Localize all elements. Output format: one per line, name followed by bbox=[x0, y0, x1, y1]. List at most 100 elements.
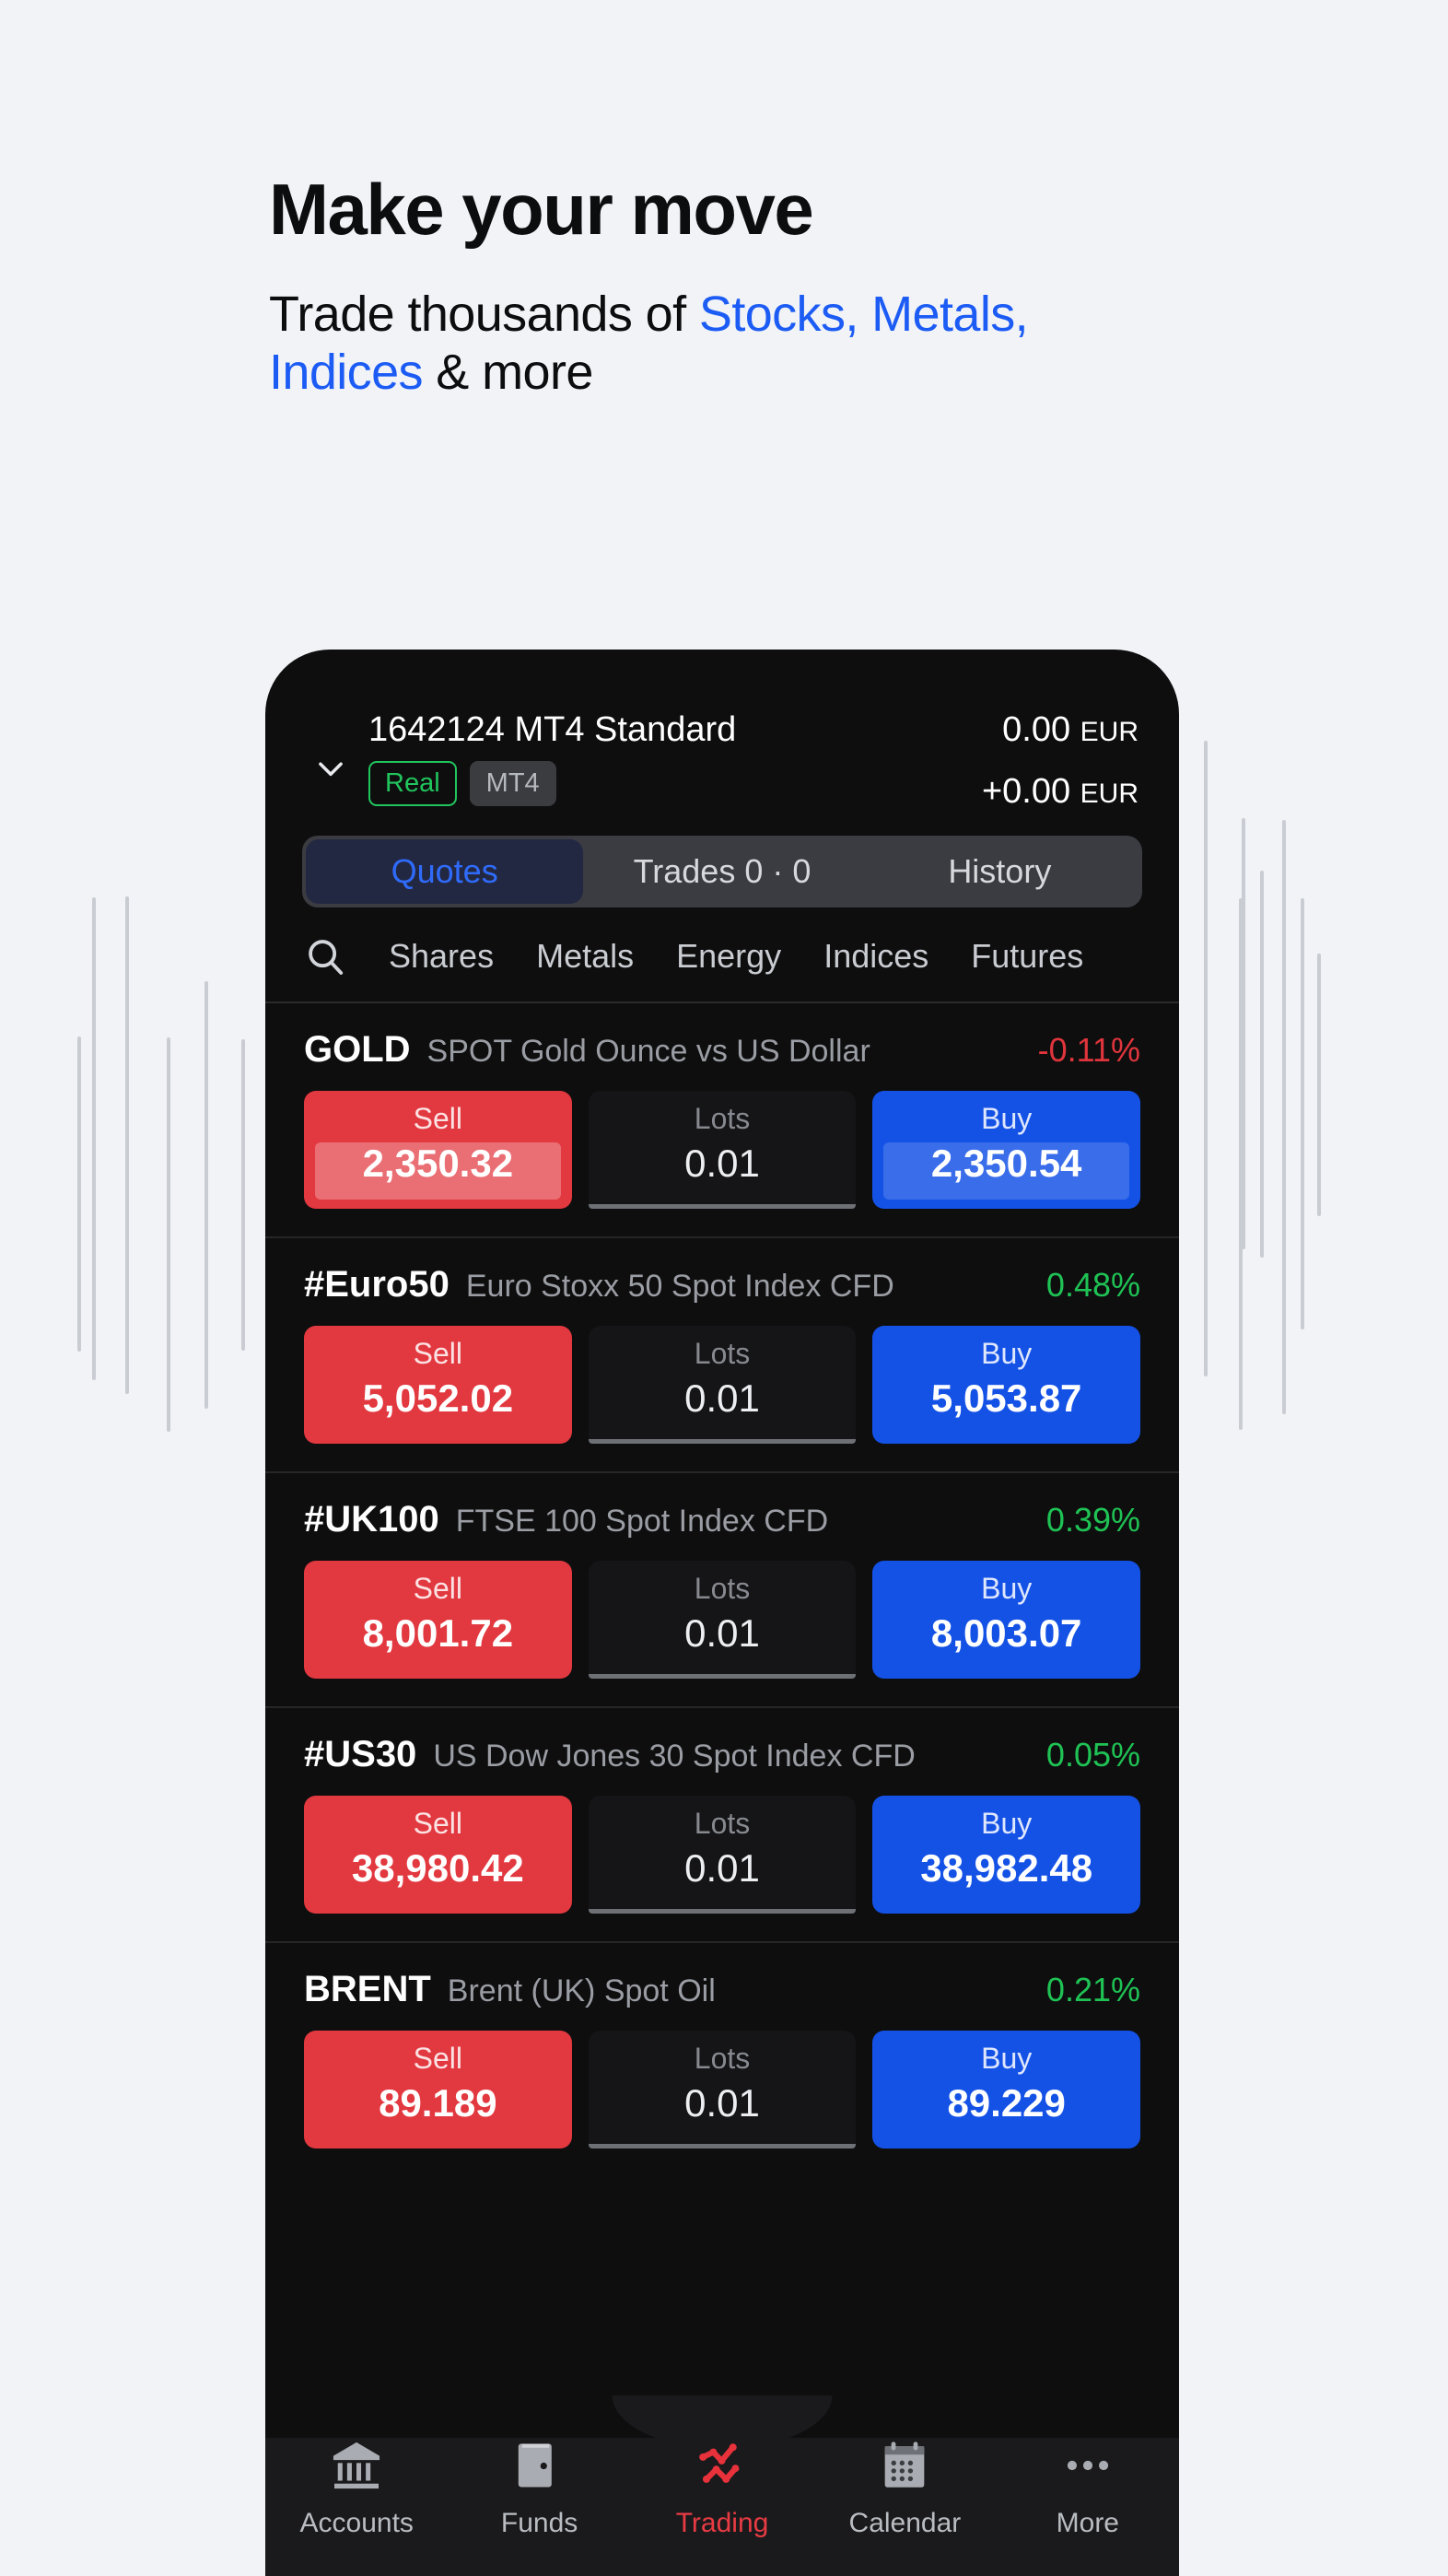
lots-value: 0.01 bbox=[684, 1376, 760, 1420]
decorative-line bbox=[1260, 871, 1264, 1258]
quotes-list: GOLD SPOT Gold Ounce vs US Dollar -0.11% Se… bbox=[265, 1001, 1179, 2395]
instrument-symbol: BRENT bbox=[304, 1969, 431, 2009]
promo-block: Make your move Trade thousands of Stocks… bbox=[269, 172, 1190, 403]
trade-buttons: Sell 2,350.32 Lots 0.01 Buy 2,350.54 bbox=[304, 1091, 1141, 1209]
decorative-line bbox=[1317, 954, 1321, 1216]
phone-mockup: 1642124 MT4 Standard Real MT4 0.00 EUR +… bbox=[265, 650, 1179, 2576]
tab-label: Quotes bbox=[391, 852, 498, 890]
ellipsis-icon bbox=[1058, 2436, 1117, 2495]
buy-label: Buy bbox=[981, 1102, 1033, 1135]
trade-buttons: Sell 5,052.02 Lots 0.01 Buy 5,053.87 bbox=[304, 1326, 1141, 1444]
decorative-line bbox=[1301, 898, 1304, 1329]
lots-label: Lots bbox=[694, 1572, 751, 1605]
change-percent: 0.21% bbox=[1045, 1971, 1140, 2008]
sell-button[interactable]: Sell 8,001.72 bbox=[304, 1561, 572, 1679]
buy-button[interactable]: Buy 2,350.54 bbox=[872, 1091, 1141, 1209]
instrument-symbol: #UK100 bbox=[304, 1499, 439, 1540]
search-icon[interactable] bbox=[304, 935, 346, 978]
lots-label: Lots bbox=[694, 1337, 751, 1370]
account-profit: +0.00 EUR bbox=[982, 772, 1139, 812]
account-header[interactable]: 1642124 MT4 Standard Real MT4 0.00 EUR +… bbox=[265, 650, 1179, 812]
bank-icon bbox=[327, 2436, 386, 2495]
tab-bar: Quotes Trades 0 · 0 History bbox=[302, 836, 1142, 907]
instrument-description: US Dow Jones 30 Spot Index CFD bbox=[433, 1739, 916, 1774]
quote-row-header: #UK100 FTSE 100 Spot Index CFD 0.39% bbox=[304, 1499, 1140, 1540]
buy-button[interactable]: Buy 5,053.87 bbox=[872, 1326, 1141, 1444]
chevron-down-icon[interactable] bbox=[306, 744, 356, 793]
lots-label: Lots bbox=[694, 1102, 751, 1135]
instrument-description: Euro Stoxx 50 Spot Index CFD bbox=[465, 1269, 894, 1304]
tab-label: History bbox=[948, 852, 1052, 890]
nav-item-more[interactable]: More bbox=[997, 2427, 1179, 2539]
nav-item-label: Accounts bbox=[299, 2508, 414, 2538]
tab-quotes[interactable]: Quotes bbox=[306, 839, 584, 904]
decorative-line bbox=[1282, 820, 1286, 1414]
account-badges: Real MT4 bbox=[368, 761, 969, 806]
quote-row[interactable]: #UK100 FTSE 100 Spot Index CFD 0.39% Sell 8,… bbox=[265, 1471, 1179, 1706]
lots-input[interactable]: Lots 0.01 bbox=[588, 1561, 857, 1679]
instrument-description: SPOT Gold Ounce vs US Dollar bbox=[426, 1034, 870, 1069]
buy-price: 5,053.87 bbox=[930, 1376, 1082, 1420]
lots-value: 0.01 bbox=[684, 1611, 760, 1655]
quote-row-header: BRENT Brent (UK) Spot Oil 0.21% bbox=[304, 1969, 1140, 2010]
lots-value: 0.01 bbox=[684, 1142, 760, 1185]
buy-button[interactable]: Buy 38,982.48 bbox=[872, 1796, 1141, 1914]
category-energy[interactable]: Energy bbox=[676, 937, 781, 976]
instrument-description: FTSE 100 Spot Index CFD bbox=[455, 1504, 829, 1539]
buy-price: 89.229 bbox=[947, 2081, 1066, 2125]
lots-input[interactable]: Lots 0.01 bbox=[588, 1796, 857, 1914]
lots-input[interactable]: Lots 0.01 bbox=[588, 1326, 857, 1444]
sell-label: Sell bbox=[413, 1337, 463, 1370]
lots-input[interactable]: Lots 0.01 bbox=[588, 2031, 857, 2149]
instrument-description: Brent (UK) Spot Oil bbox=[447, 1973, 716, 2008]
account-profit-value: +0.00 bbox=[981, 772, 1071, 811]
lots-label: Lots bbox=[694, 1807, 751, 1840]
category-filter-bar: Shares Metals Energy Indices Futures bbox=[265, 907, 1179, 1001]
quote-row[interactable]: BRENT Brent (UK) Spot Oil 0.21% Sell 89.189 L… bbox=[265, 1941, 1179, 2176]
quote-row[interactable]: #Euro50 Euro Stoxx 50 Spot Index CFD 0.48%… bbox=[265, 1236, 1179, 1471]
decorative-line bbox=[1204, 741, 1208, 1376]
bottom-nav-items: Accounts Funds Trading Calendar More bbox=[265, 2427, 1179, 2576]
category-metals[interactable]: Metals bbox=[536, 937, 634, 976]
sell-label: Sell bbox=[413, 1807, 463, 1840]
calendar-icon bbox=[875, 2436, 934, 2495]
instrument-symbol: #Euro50 bbox=[304, 1264, 450, 1305]
tab-trades[interactable]: Trades 0 · 0 bbox=[583, 839, 860, 904]
sell-label: Sell bbox=[413, 2042, 463, 2075]
nav-item-trading[interactable]: Trading bbox=[631, 2427, 813, 2539]
sell-button[interactable]: Sell 5,052.02 bbox=[304, 1326, 572, 1444]
nav-item-funds[interactable]: Funds bbox=[448, 2427, 630, 2539]
sell-button[interactable]: Sell 38,980.42 bbox=[304, 1796, 572, 1914]
nav-item-calendar[interactable]: Calendar bbox=[813, 2427, 996, 2539]
category-futures[interactable]: Futures bbox=[971, 937, 1083, 976]
decorative-line bbox=[77, 1036, 81, 1352]
lots-input[interactable]: Lots 0.01 bbox=[588, 1091, 857, 1209]
change-percent: 0.39% bbox=[1045, 1501, 1140, 1539]
quote-row[interactable]: #US30 US Dow Jones 30 Spot Index CFD 0.05%… bbox=[265, 1706, 1179, 1941]
category-indices[interactable]: Indices bbox=[823, 937, 928, 976]
buy-button[interactable]: Buy 8,003.07 bbox=[872, 1561, 1141, 1679]
change-percent: 0.48% bbox=[1045, 1266, 1140, 1304]
chart-zigzag-icon bbox=[693, 2436, 752, 2495]
nav-item-accounts[interactable]: Accounts bbox=[265, 2427, 448, 2539]
sell-price: 8,001.72 bbox=[362, 1611, 514, 1655]
buy-price: 38,982.48 bbox=[920, 1846, 1093, 1890]
account-balances: 0.00 EUR +0.00 EUR bbox=[982, 705, 1139, 812]
sell-button[interactable]: Sell 89.189 bbox=[304, 2031, 572, 2149]
sell-button[interactable]: Sell 2,350.32 bbox=[304, 1091, 572, 1209]
decorative-line bbox=[167, 1037, 170, 1432]
promo-subtitle-part1: Trade thousands of bbox=[269, 286, 699, 342]
decorative-line bbox=[92, 897, 96, 1380]
quote-row-header: GOLD SPOT Gold Ounce vs US Dollar -0.11% bbox=[304, 1029, 1140, 1071]
account-balance-currency: EUR bbox=[1080, 717, 1139, 747]
tab-history[interactable]: History bbox=[861, 839, 1139, 904]
nav-item-label: Funds bbox=[500, 2508, 578, 2538]
trade-buttons: Sell 89.189 Lots 0.01 Buy 89.229 bbox=[304, 2031, 1141, 2149]
decorative-line bbox=[125, 896, 129, 1394]
buy-button[interactable]: Buy 89.229 bbox=[872, 2031, 1141, 2149]
account-balance-value: 0.00 bbox=[1002, 710, 1071, 749]
status-badge-platform: MT4 bbox=[469, 761, 556, 806]
category-shares[interactable]: Shares bbox=[389, 937, 494, 976]
nav-item-label: More bbox=[1056, 2508, 1119, 2538]
quote-row[interactable]: GOLD SPOT Gold Ounce vs US Dollar -0.11% Se… bbox=[265, 1001, 1179, 1236]
